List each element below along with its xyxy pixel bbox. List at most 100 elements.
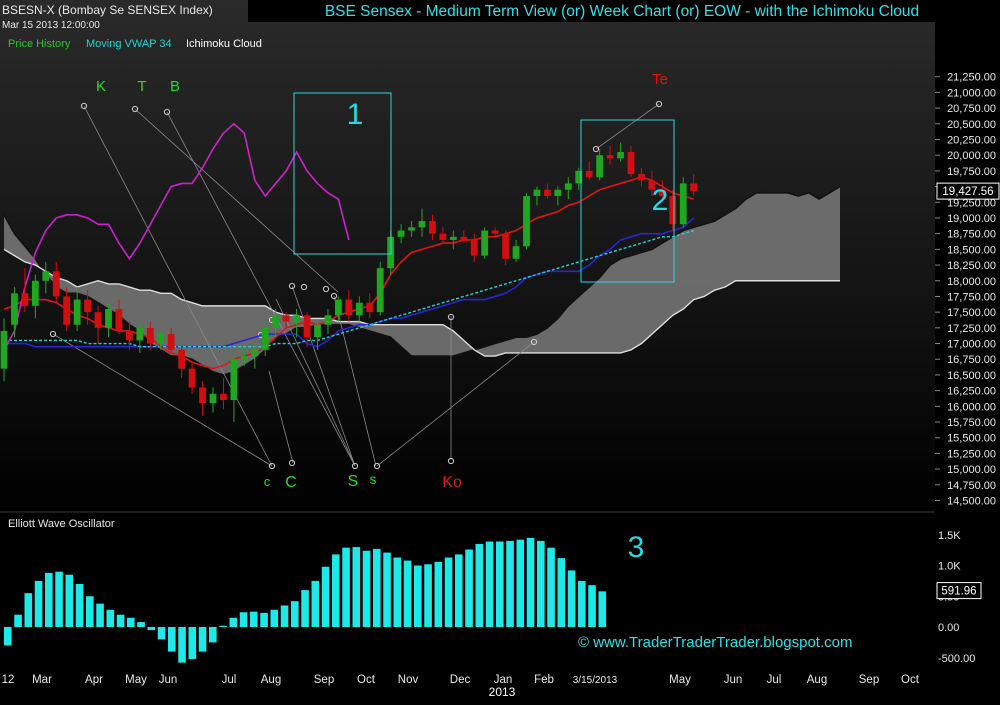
x-axis-label: Aug [261, 674, 281, 686]
oscillator-bar [485, 541, 494, 627]
candle-body [355, 302, 363, 316]
oscillator-title: Elliott Wave Oscillator [8, 518, 115, 530]
candle-body [335, 299, 342, 316]
oscillator-bar [414, 565, 422, 627]
candle-body [617, 152, 624, 159]
candle-body [679, 183, 687, 225]
price-tick-label: 19,750.00 [947, 166, 996, 178]
candle-body [502, 233, 509, 259]
oscillator-bar [270, 609, 279, 627]
candle-body [690, 183, 698, 192]
candle-body [293, 315, 300, 322]
annotation-box-1-label: 1 [347, 98, 364, 131]
oscillator-bar [342, 547, 350, 627]
price-tick-label: 15,000.00 [947, 464, 996, 476]
year-label: 2013 [489, 685, 516, 699]
oscillator-bar [557, 558, 566, 627]
oscillator-bar [14, 614, 22, 627]
oscillator-bar [4, 627, 12, 646]
candle-body [220, 393, 227, 401]
candle-body [596, 155, 604, 178]
candle-body [491, 230, 499, 234]
oscillator-bar [383, 552, 391, 627]
oscillator-bar [424, 564, 432, 627]
candle-body [544, 189, 551, 196]
x-axis-label: 3/15/2013 [573, 675, 618, 686]
candle-body [188, 368, 196, 388]
oscillator-bar [137, 622, 145, 627]
candle-body [512, 246, 520, 259]
oscillator-bar [352, 547, 361, 627]
price-tick-label: 20,500.00 [947, 119, 996, 131]
oscillator-bar [567, 570, 576, 627]
datetime-label: Mar 15 2013 12:00:00 [2, 20, 100, 31]
candle-body [397, 230, 405, 237]
oscillator-bar [526, 537, 535, 627]
candle-body [167, 334, 175, 350]
oscillator-bar [434, 561, 443, 627]
candle-body [240, 356, 248, 360]
candle-body [638, 174, 645, 181]
x-axis-label: May [669, 674, 691, 686]
oscillator-tick-label: 0.00 [938, 622, 959, 634]
candle-body [585, 170, 593, 178]
legend-vwap: Moving VWAP 34 [86, 38, 172, 50]
oscillator-bar [475, 543, 484, 627]
oscillator-bar [34, 580, 43, 627]
oscillator-bar [373, 548, 381, 627]
x-axis-label: 12 [2, 674, 15, 686]
x-axis-label: Sep [859, 674, 879, 686]
oscillator-bar [598, 591, 607, 627]
oscillator-bar [45, 572, 53, 627]
oscillator-bar [301, 590, 309, 627]
candle-body [366, 302, 374, 313]
annotation-c-large: C [285, 474, 297, 491]
price-tick-label: 15,500.00 [947, 433, 996, 445]
candle-body [178, 349, 186, 369]
candle-body [136, 327, 144, 341]
price-tick-label: 17,750.00 [947, 291, 996, 303]
oscillator-bar [465, 549, 473, 627]
oscillator-bar [147, 627, 156, 631]
price-tick-label: 21,250.00 [947, 72, 996, 84]
annotation-box-2-label: 2 [652, 184, 669, 217]
x-axis-label: Feb [534, 674, 554, 686]
oscillator-bar [229, 617, 238, 627]
x-axis-label: Sep [314, 674, 334, 686]
candle-body [627, 152, 635, 175]
candle-body [282, 315, 290, 322]
candle-body [0, 330, 8, 369]
oscillator-bar [127, 617, 135, 627]
annotation-s-large: S [348, 473, 359, 490]
x-axis-label: Aug [807, 674, 827, 686]
price-tick-label: 17,000.00 [947, 339, 996, 351]
oscillator-tick-label: 1.5K [938, 530, 961, 542]
annotation-ko: Ko [442, 474, 462, 491]
price-tick-label: 16,750.00 [947, 354, 996, 366]
price-tick-label: 18,250.00 [947, 260, 996, 272]
price-tick-label: 17,250.00 [947, 323, 996, 335]
price-tick-label: 19,000.00 [947, 213, 996, 225]
chart-canvas: 12 3 21,250.0021,000.0020,750.0020,500.0… [0, 0, 1000, 700]
candle-body [209, 393, 217, 404]
candle-body [52, 271, 60, 297]
price-tick-label: 16,500.00 [947, 370, 996, 382]
price-tick-label: 16,250.00 [947, 386, 996, 398]
candle-body [21, 293, 29, 306]
candle-body [460, 236, 468, 240]
oscillator-bar [157, 627, 166, 640]
x-axis-label: Dec [450, 674, 471, 686]
candle-body [449, 236, 457, 240]
candle-body [230, 359, 238, 401]
price-tick-label: 20,750.00 [947, 103, 996, 115]
candle-body [31, 280, 39, 306]
candle-body [11, 293, 18, 325]
oscillator-bar [516, 539, 525, 627]
last-price-value: 19,427.56 [942, 186, 993, 198]
watermark: © www.TraderTraderTrader.blogspot.com [578, 634, 852, 651]
oscillator-bar [403, 560, 412, 627]
oscillator-tick-label: -500.00 [938, 653, 975, 665]
oscillator-bar [547, 547, 555, 627]
oscillator-bar [311, 580, 320, 627]
oscillator-bar [188, 627, 197, 659]
